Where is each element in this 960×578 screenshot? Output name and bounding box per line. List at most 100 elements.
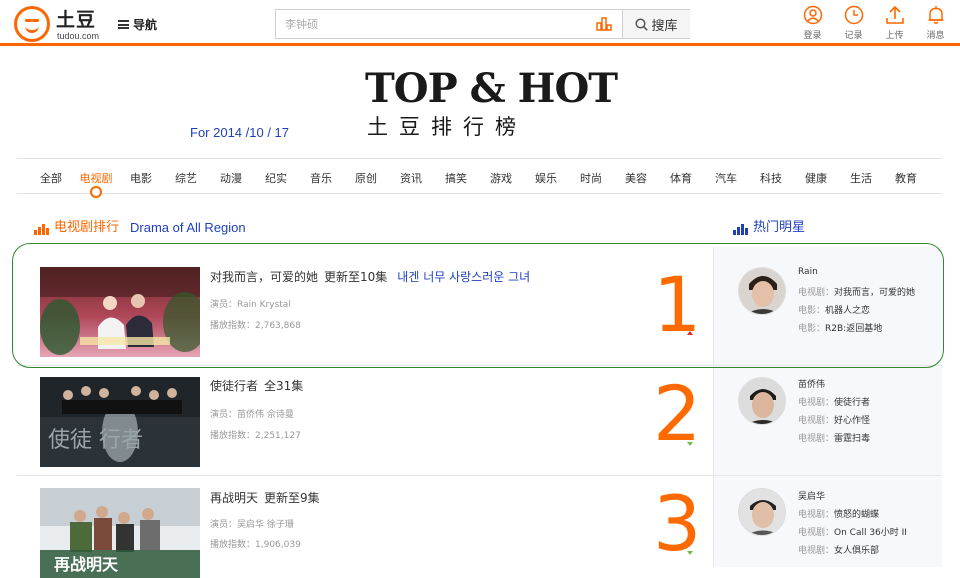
top-header: 土豆 tudou.com 导航 搜库 登录 [0, 0, 960, 46]
star-work-label: 电视剧： [798, 288, 835, 298]
show-title[interactable]: 再战明天 更新至9集 [210, 489, 320, 506]
category-tab-anime[interactable]: 动漫 [220, 170, 242, 186]
category-tab-original[interactable]: 原创 [355, 170, 377, 186]
category-tab-news[interactable]: 资讯 [400, 170, 422, 186]
show-thumbnail[interactable]: 使徒 行者 [40, 377, 200, 467]
thumbnail-title-text: 使徒 行者 [48, 428, 143, 453]
category-tab-funny[interactable]: 搞笑 [445, 170, 467, 186]
bar-chart-icon [733, 224, 748, 235]
ranking-main: 对我而言，可爱的她 更新至10集 내겐 너무 사랑스러운 그녀 演员：Rain Kr… [17, 247, 713, 365]
hot-stars-title: 热门明星 [753, 220, 806, 235]
login-label: 登录 [803, 31, 822, 41]
logo-face-icon [14, 6, 50, 42]
category-tab-tech[interactable]: 科技 [760, 170, 782, 186]
header-actions: 登录 记录 上传 消息 [792, 5, 956, 41]
actors-line: 演员：Rain Krystal [210, 297, 291, 310]
update-status: 更新至10集 [324, 270, 388, 284]
star-panel: 苗侨伟 电视剧：使徒行者 电视剧：好心作怪 电视剧：雷霆扫毒 [713, 366, 942, 475]
hamburger-icon [118, 19, 129, 29]
actors-label: 演员： [210, 300, 238, 310]
star-avatar[interactable] [738, 377, 786, 425]
category-tab-entertainment[interactable]: 娱乐 [535, 170, 557, 186]
star-work-title[interactable]: 愤怒的蝴蝶 [834, 510, 879, 520]
user-icon [803, 5, 822, 25]
star-name[interactable]: Rain [798, 267, 818, 277]
star-work: 电影：R2B:返回基地 [798, 321, 882, 334]
star-name[interactable]: 吴启华 [798, 489, 825, 502]
show-title-text: 再战明天 [210, 491, 259, 505]
nav-menu-button[interactable]: 导航 [118, 15, 157, 33]
category-tab-fashion[interactable]: 时尚 [580, 170, 602, 186]
search-button[interactable]: 搜库 [622, 10, 690, 38]
star-panel: Rain 电视剧：对我而言，可爱的她 电影：机器人之恋 电影：R2B:返回基地 [713, 247, 942, 365]
star-avatar[interactable] [738, 488, 786, 536]
star-work: 电视剧：使徒行者 [798, 395, 870, 408]
category-tab-music[interactable]: 音乐 [310, 170, 332, 186]
category-tab-education[interactable]: 教育 [895, 170, 917, 186]
actors-value: 苗侨伟 佘诗曼 [237, 410, 294, 420]
actors-line: 演员：吴启华 徐子珊 [210, 517, 294, 530]
drama-ranking-title: 电视剧排行 [54, 220, 120, 235]
star-work-label: 电视剧： [798, 528, 835, 538]
star-name[interactable]: 苗侨伟 [798, 377, 825, 390]
category-tab-tv-drama[interactable]: 电视剧 [80, 170, 113, 186]
play-index-line: 播放指数：2,251,127 [210, 428, 301, 441]
play-index-value: 2,763,868 [255, 321, 301, 331]
rank-number: 1 [653, 260, 702, 349]
category-tab-movie[interactable]: 电影 [130, 170, 152, 186]
play-index-label: 播放指数： [210, 321, 256, 331]
category-tab-sports[interactable]: 体育 [670, 170, 692, 186]
search-icon [635, 17, 649, 31]
show-title-text: 使徒行者 [210, 379, 259, 393]
logo-text: 土豆 [56, 9, 97, 31]
login-button[interactable]: 登录 [792, 5, 833, 41]
actors-value: Rain Krystal [237, 300, 291, 310]
trend-down-icon [687, 442, 693, 446]
category-tab-auto[interactable]: 汽车 [715, 170, 737, 186]
bar-chart-icon [34, 224, 49, 235]
search-input[interactable] [276, 10, 596, 38]
hot-stars-heading: 热门明星 [733, 216, 805, 235]
upload-button[interactable]: 上传 [874, 5, 915, 41]
show-title[interactable]: 使徒行者 全31集 [210, 377, 303, 394]
rank-chart-icon[interactable] [596, 17, 612, 31]
search-button-label: 搜库 [651, 18, 678, 34]
star-work-title[interactable]: R2B:返回基地 [825, 324, 882, 334]
category-tab-variety[interactable]: 综艺 [175, 170, 197, 186]
show-thumbnail[interactable] [40, 267, 200, 357]
category-tab-life[interactable]: 生活 [850, 170, 872, 186]
star-work-title[interactable]: 雷霆扫毒 [834, 434, 870, 444]
category-nav: 全部 电视剧 电影 综艺 动漫 纪实 音乐 原创 资讯 搞笑 游戏 娱乐 时尚 … [17, 158, 942, 198]
category-tab-beauty[interactable]: 美容 [625, 170, 647, 186]
star-work-title[interactable]: 好心作怪 [834, 416, 870, 426]
history-button[interactable]: 记录 [833, 5, 874, 41]
star-work-title[interactable]: On Call 36小时 II [834, 528, 907, 538]
history-label: 记录 [844, 31, 863, 41]
banner-subtitle: 土豆排行榜 [367, 115, 527, 139]
trend-down-icon [687, 551, 693, 555]
category-tab-health[interactable]: 健康 [805, 170, 827, 186]
star-work: 电视剧：女人俱乐部 [798, 543, 879, 556]
star-work-title[interactable]: 使徒行者 [834, 398, 870, 408]
play-index-value: 2,251,127 [255, 431, 301, 441]
star-work-title[interactable]: 对我而言，可爱的她 [834, 288, 915, 298]
ranking-main: 使徒 行者 使徒行者 全31集 演员：苗侨伟 佘诗曼 播放指数：2,251,127… [17, 366, 713, 475]
korean-title: 내겐 너무 사랑스러운 그녀 [397, 270, 531, 284]
star-work-title[interactable]: 女人俱乐部 [834, 546, 879, 556]
show-title-text: 对我而言，可爱的她 [210, 270, 319, 284]
category-tab-documentary[interactable]: 纪实 [265, 170, 287, 186]
messages-button[interactable]: 消息 [915, 5, 956, 41]
clock-icon [844, 5, 863, 25]
category-tab-games[interactable]: 游戏 [490, 170, 512, 186]
nav-menu-label: 导航 [133, 17, 158, 32]
star-avatar[interactable] [738, 267, 786, 315]
active-tab-indicator [90, 186, 102, 198]
show-title[interactable]: 对我而言，可爱的她 更新至10集 내겐 너무 사랑스러운 그녀 [210, 268, 530, 285]
ranking-item: 再战明天 再战明天 更新至9集 演员：吴启华 徐子珊 播放指数：1,906,039… [17, 475, 942, 578]
star-work-title[interactable]: 机器人之恋 [825, 306, 870, 316]
category-tab-all[interactable]: 全部 [40, 170, 62, 186]
thumbnail-title-text: 再战明天 [54, 555, 119, 574]
star-work-label: 电影： [798, 306, 826, 316]
show-thumbnail[interactable]: 再战明天 [40, 488, 200, 578]
tudou-logo[interactable]: 土豆 tudou.com [14, 4, 110, 42]
